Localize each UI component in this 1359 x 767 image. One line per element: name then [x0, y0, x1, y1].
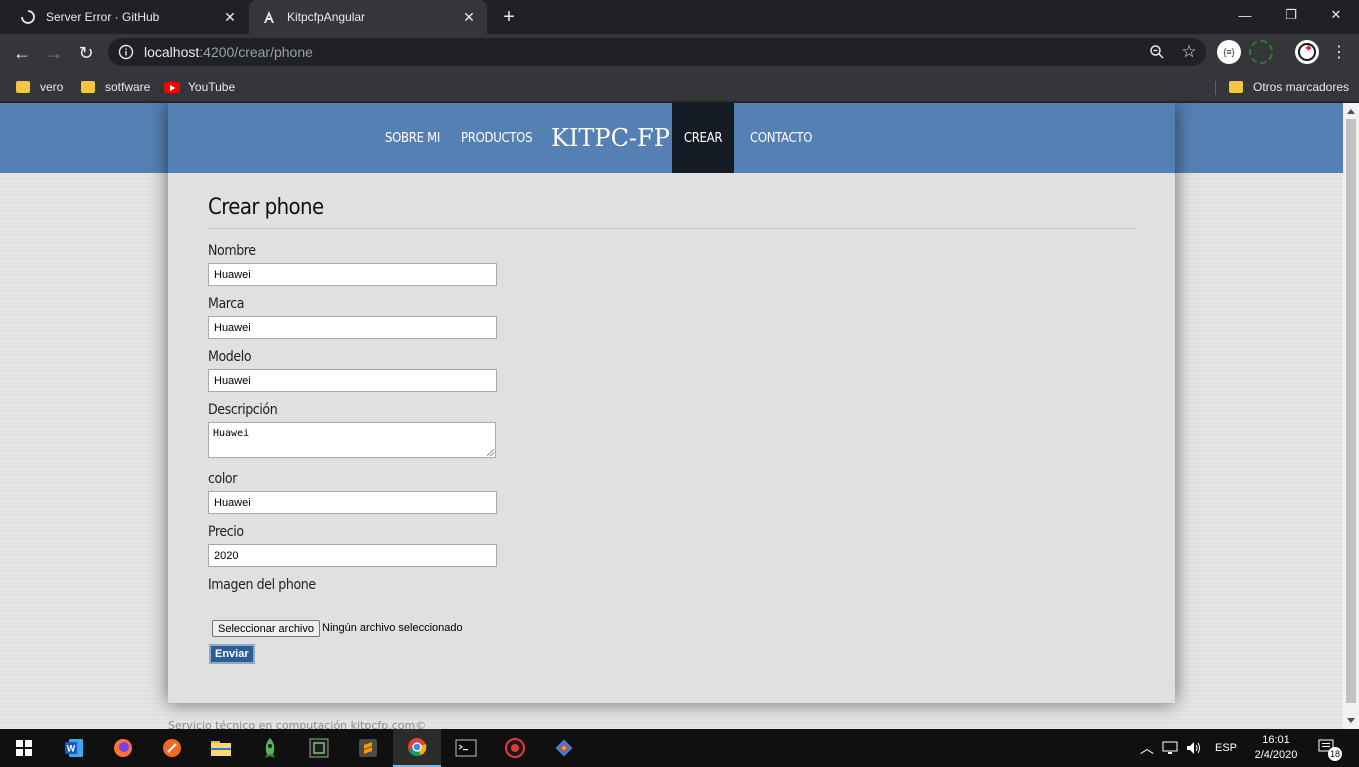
tab-kitpcfp-angular[interactable]: KitpcfpAngular ✕	[249, 0, 487, 34]
extension-json-icon[interactable]: {≡}	[1217, 40, 1241, 64]
url-text: localhost:4200/crear/phone	[144, 44, 313, 60]
close-tab-icon[interactable]: ✕	[220, 7, 240, 27]
imagen-label: Imagen del phone	[208, 577, 316, 593]
new-tab-button[interactable]: +	[497, 5, 521, 29]
volume-icon[interactable]	[1186, 729, 1202, 767]
firefox-icon[interactable]	[99, 729, 147, 767]
nav-contacto[interactable]: CONTACTO	[750, 103, 812, 173]
folder-icon	[16, 81, 30, 93]
resize-grip-icon[interactable]	[487, 449, 494, 456]
windows-start-icon[interactable]	[0, 729, 48, 767]
scroll-up-icon[interactable]	[1347, 109, 1355, 114]
notifications-icon[interactable]: 18	[1318, 729, 1342, 767]
file-explorer-icon[interactable]	[197, 729, 245, 767]
descripcion-label: Descripción	[208, 402, 278, 418]
content-card: SOBRE MI PRODUCTOS KITPC-FP CREAR CONTAC…	[168, 103, 1175, 703]
tab-title: Server Error · GitHub	[46, 10, 160, 24]
tray-chevron-icon[interactable]: ︿	[1140, 729, 1154, 767]
nav-productos[interactable]: PRODUCTOS	[461, 103, 533, 173]
bookmarks-divider	[1215, 81, 1216, 95]
browser-toolbar: ← → ↻ localhost:4200/crear/phone ☆ {≡} ⋮	[0, 34, 1359, 71]
scrollbar-thumb[interactable]	[1346, 119, 1356, 703]
clock-time: 16:01	[1262, 734, 1290, 746]
terminal-icon[interactable]	[442, 729, 490, 767]
extension-green-icon[interactable]	[1249, 40, 1273, 64]
close-window-button[interactable]: ✕	[1313, 0, 1359, 30]
nombre-label: Nombre	[208, 243, 256, 259]
sublime-text-icon[interactable]	[344, 729, 392, 767]
rocket-app-icon[interactable]	[246, 729, 294, 767]
loading-icon	[20, 9, 36, 25]
brave-browser-icon[interactable]	[148, 729, 196, 767]
folder-icon	[81, 81, 95, 93]
page-viewport: SOBRE MI PRODUCTOS KITPC-FP CREAR CONTAC…	[0, 103, 1343, 729]
precio-field[interactable]: 2020	[208, 544, 497, 567]
bookmark-youtube[interactable]: YouTube	[164, 77, 235, 97]
select-file-button[interactable]: Seleccionar archivo	[212, 620, 320, 637]
modelo-field[interactable]: Huawei	[208, 369, 497, 392]
info-icon[interactable]	[118, 44, 134, 60]
nav-crear[interactable]: CREAR	[672, 103, 734, 173]
chrome-icon[interactable]	[393, 729, 441, 767]
close-tab-icon[interactable]: ✕	[459, 7, 479, 27]
site-navbar: SOBRE MI PRODUCTOS KITPC-FP CREAR CONTAC…	[168, 103, 1175, 173]
git-app-icon[interactable]	[540, 729, 588, 767]
bookmark-other[interactable]: Otros marcadores	[1229, 77, 1349, 97]
bookmark-star-icon[interactable]: ☆	[1177, 40, 1201, 64]
address-bar[interactable]: localhost:4200/crear/phone	[108, 38, 1206, 66]
footer-text: Servicio técnico en computación kitpcfp.…	[168, 719, 427, 729]
forward-button[interactable]: →	[40, 39, 68, 67]
page-scrollbar[interactable]	[1343, 103, 1359, 729]
clock-date: 2/4/2020	[1254, 749, 1298, 761]
bookmark-sotfware[interactable]: sotfware	[81, 77, 150, 97]
file-status-text: Ningún archivo seleccionado	[322, 622, 463, 634]
precio-label: Precio	[208, 524, 244, 540]
descripcion-textarea[interactable]: Huawei	[208, 422, 496, 458]
windows-taskbar: W ︿ ESP 16:01 2/4/2020 18	[0, 729, 1359, 767]
nav-sobre-mi[interactable]: SOBRE MI	[385, 103, 440, 173]
angular-icon	[261, 9, 277, 25]
red-app-icon[interactable]	[491, 729, 539, 767]
restore-button[interactable]: ❐	[1268, 0, 1314, 30]
scroll-down-icon[interactable]	[1347, 718, 1355, 723]
bookmarks-bar: vero sotfware YouTube Otros marcadores	[0, 71, 1359, 102]
nombre-field[interactable]: Huawei	[208, 263, 497, 286]
back-button[interactable]: ←	[8, 39, 36, 67]
svg-text:W: W	[67, 744, 76, 754]
title-divider	[208, 228, 1135, 229]
tab-server-error[interactable]: Server Error · GitHub ✕	[8, 0, 248, 34]
page-title: Crear phone	[208, 195, 324, 220]
menu-kebab-icon[interactable]: ⋮	[1327, 40, 1351, 64]
marca-label: Marca	[208, 296, 245, 312]
profile-avatar[interactable]	[1295, 40, 1319, 64]
reload-button[interactable]: ↻	[72, 39, 100, 67]
color-label: color	[208, 471, 238, 487]
tab-title: KitpcfpAngular	[287, 10, 366, 24]
modelo-label: Modelo	[208, 349, 252, 365]
bookmark-vero[interactable]: vero	[16, 77, 63, 97]
marca-field[interactable]: Huawei	[208, 316, 497, 339]
notification-count-badge: 18	[1328, 747, 1342, 761]
clock[interactable]: 16:01 2/4/2020	[1248, 729, 1304, 767]
color-field[interactable]: Huawei	[208, 491, 497, 514]
site-brand[interactable]: KITPC-FP	[551, 103, 670, 173]
minimize-button[interactable]: —	[1222, 0, 1268, 30]
network-icon[interactable]	[1162, 729, 1178, 767]
youtube-icon	[164, 81, 180, 93]
zoom-icon[interactable]	[1145, 40, 1169, 64]
submit-button[interactable]: Enviar	[209, 644, 255, 664]
language-indicator[interactable]: ESP	[1215, 729, 1237, 767]
word-icon[interactable]: W	[50, 729, 98, 767]
browser-tabstrip: Server Error · GitHub ✕ KitpcfpAngular ✕…	[0, 0, 1359, 34]
folder-icon	[1229, 81, 1243, 93]
editor-app-icon[interactable]	[295, 729, 343, 767]
